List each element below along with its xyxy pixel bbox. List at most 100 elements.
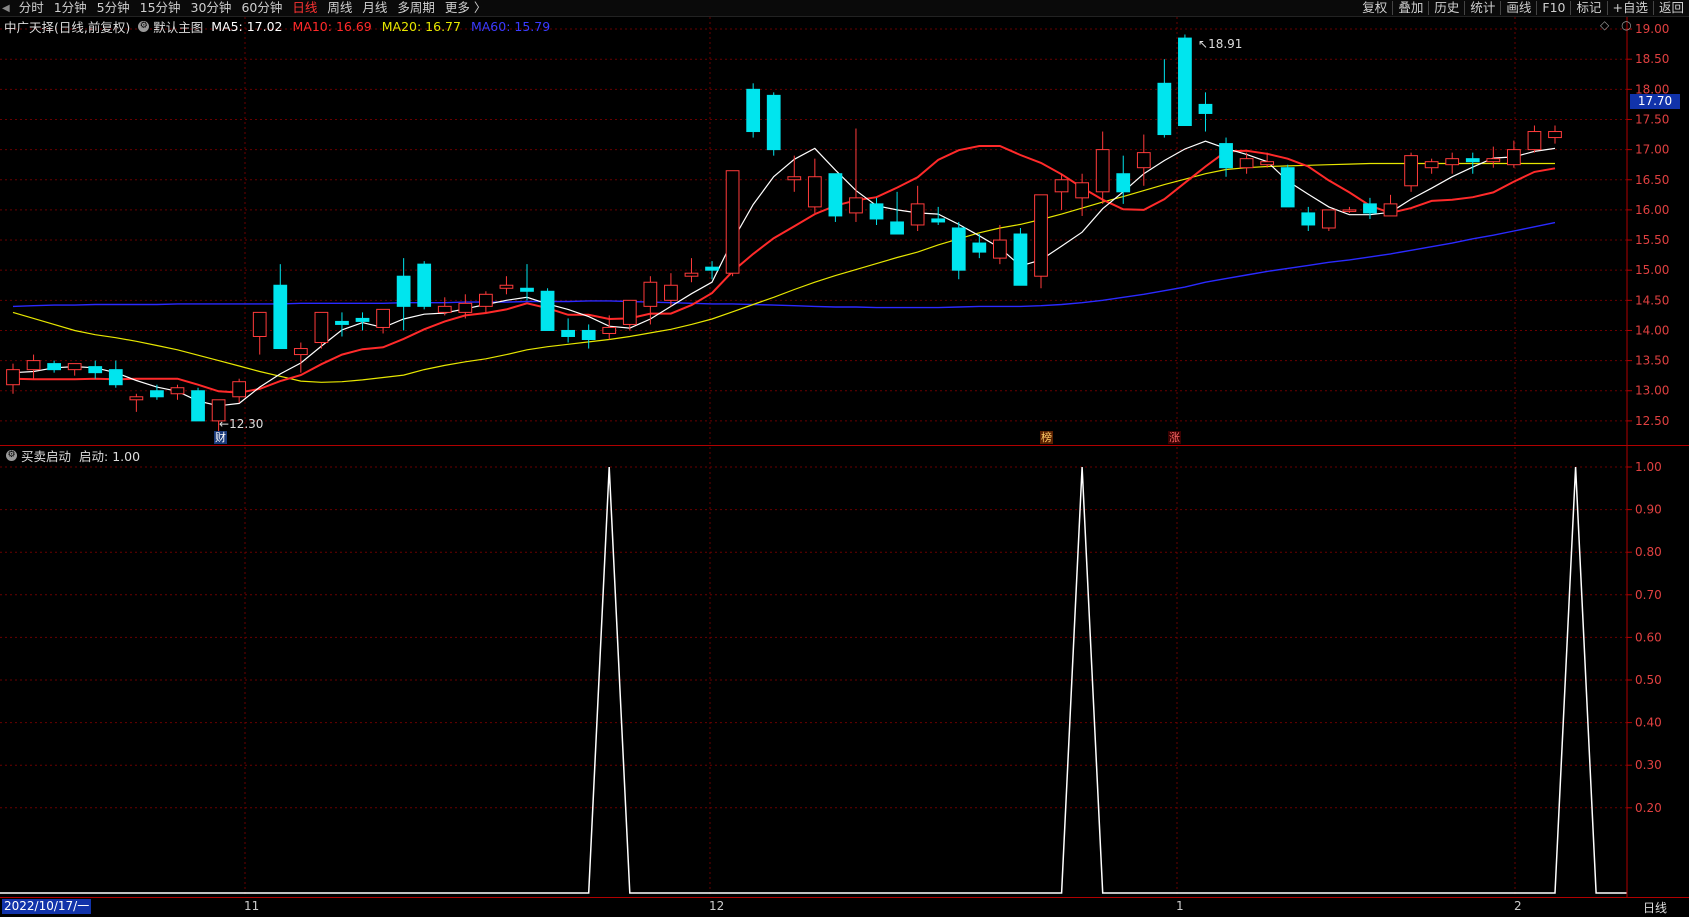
candle-down xyxy=(540,290,555,331)
stock-title: 中广天择(日线,前复权) xyxy=(4,20,131,35)
candle-down xyxy=(746,88,761,133)
tab-fenshi[interactable]: 分时 xyxy=(14,0,49,16)
candle-down xyxy=(1157,82,1172,136)
overlay-button[interactable]: 叠加 xyxy=(1393,0,1428,16)
add-watchlist-button[interactable]: +自选 xyxy=(1608,0,1653,16)
ma20-label: MA20: 16.77 xyxy=(381,19,461,34)
mark-button[interactable]: 标记 xyxy=(1571,0,1606,16)
event-tag-limit-up[interactable]: 涨 xyxy=(1168,431,1181,444)
circle-icon[interactable]: ○ xyxy=(1621,18,1631,32)
back-button[interactable]: 返回 xyxy=(1654,0,1689,16)
month-label-feb: 2 xyxy=(1514,899,1522,913)
candle-up xyxy=(499,284,514,289)
f10-button[interactable]: F10 xyxy=(1537,0,1570,16)
candle-down xyxy=(890,221,904,235)
candle-up xyxy=(458,302,473,313)
sub-indicator-name[interactable]: 买卖启动 xyxy=(21,446,71,465)
ma5-label: MA5: 17.02 xyxy=(211,19,283,34)
fuquan-button[interactable]: 复权 xyxy=(1357,0,1392,16)
ma20-line xyxy=(12,162,1555,383)
y-tick-label: 0.60 xyxy=(1635,630,1662,644)
time-axis: 2022/10/17/一 11 12 1 2 日线 xyxy=(0,897,1689,917)
history-button[interactable]: 历史 xyxy=(1429,0,1464,16)
candle-up xyxy=(6,369,20,386)
y-tick-label: 0.20 xyxy=(1635,801,1662,815)
candle-up xyxy=(129,396,144,401)
candle-up xyxy=(664,284,678,301)
ma10-line xyxy=(12,145,1556,394)
draw-line-button[interactable]: 画线 xyxy=(1501,0,1536,16)
top-toolbar: ◀ 分时 1分钟 5分钟 15分钟 30分钟 60分钟 日线 周线 月线 多周期… xyxy=(0,0,1689,17)
candle-up xyxy=(993,239,1007,259)
ma60-line xyxy=(12,221,1556,309)
tab-60min[interactable]: 60分钟 xyxy=(236,0,287,16)
diamond-icon[interactable]: ◇ xyxy=(1600,18,1609,32)
candle-up xyxy=(910,203,925,226)
candle-up xyxy=(1404,155,1418,187)
tab-5min[interactable]: 5分钟 xyxy=(92,0,135,16)
candle-up xyxy=(376,308,390,328)
candle-up xyxy=(1383,203,1398,217)
candle-down xyxy=(766,94,781,151)
event-tag-finance[interactable]: 财 xyxy=(214,431,227,444)
stats-button[interactable]: 统计 xyxy=(1465,0,1500,16)
candle-down xyxy=(1280,167,1295,208)
chart-canvas[interactable]: 19.0018.5018.0017.5017.0016.5016.0015.50… xyxy=(0,17,1689,917)
indicator-name[interactable]: 默认主图 xyxy=(153,17,203,36)
tab-weekly[interactable]: 周线 xyxy=(322,0,357,16)
main-legend: 中广天择(日线,前复权) ⚙ 默认主图 MA5: 17.02 MA10: 16.… xyxy=(4,17,560,36)
settings-icon[interactable]: ⚙ xyxy=(6,450,17,461)
candle-down xyxy=(1301,212,1316,226)
collapse-icon[interactable]: ◀ xyxy=(0,3,14,14)
candle-up xyxy=(1548,131,1562,139)
candle-up xyxy=(67,363,82,371)
candle-down xyxy=(273,284,288,350)
tab-monthly[interactable]: 月线 xyxy=(357,0,392,16)
current-price-tag: 17.70 xyxy=(1630,94,1680,109)
candle-up xyxy=(1239,158,1254,169)
candle-down xyxy=(705,266,719,271)
candle-up xyxy=(252,311,267,337)
candle-down xyxy=(108,369,123,386)
candle-down xyxy=(191,390,205,422)
tab-30min[interactable]: 30分钟 xyxy=(186,0,237,16)
high-price-label: 18.91 xyxy=(1208,37,1243,51)
candle-up xyxy=(602,326,617,334)
tab-1min[interactable]: 1分钟 xyxy=(49,0,92,16)
ma10-label: MA10: 16.69 xyxy=(292,19,372,34)
candle-up xyxy=(787,176,802,181)
y-tick-label: 12.50 xyxy=(1635,414,1669,428)
candle-down xyxy=(1013,233,1028,286)
signal-polyline xyxy=(0,466,1627,894)
y-tick-label: 14.50 xyxy=(1635,293,1669,307)
y-tick-label: 0.90 xyxy=(1635,503,1662,517)
candle-down xyxy=(396,275,411,307)
settings-icon[interactable]: ⚙ xyxy=(138,21,150,32)
candle-up xyxy=(1527,131,1542,151)
candle-down xyxy=(1198,103,1213,114)
candle-up xyxy=(26,360,41,371)
candle-down xyxy=(150,390,164,398)
candle-up xyxy=(1486,158,1501,163)
tab-daily[interactable]: 日线 xyxy=(287,0,322,16)
y-tick-label: 13.50 xyxy=(1635,354,1669,368)
candle-up xyxy=(1342,209,1357,212)
candle-up xyxy=(293,348,308,356)
y-tick-label: 0.80 xyxy=(1635,545,1662,559)
candle-down xyxy=(931,218,946,223)
y-tick-label: 0.70 xyxy=(1635,588,1662,602)
y-tick-label: 17.00 xyxy=(1635,143,1669,157)
signal-line xyxy=(0,466,1627,894)
tab-multi-period[interactable]: 多周期 xyxy=(392,0,440,16)
period-label[interactable]: 日线 xyxy=(1643,899,1667,916)
candle-down xyxy=(1465,158,1480,163)
y-tick-label: 0.30 xyxy=(1635,758,1662,772)
event-tag-list[interactable]: 榜 xyxy=(1040,431,1053,444)
candle-down xyxy=(869,203,884,220)
tab-15min[interactable]: 15分钟 xyxy=(135,0,186,16)
tab-more[interactable]: 更多 〉 xyxy=(440,0,491,16)
moving-average-lines xyxy=(12,140,1556,407)
period-tabs: ◀ 分时 1分钟 5分钟 15分钟 30分钟 60分钟 日线 周线 月线 多周期… xyxy=(0,0,491,16)
candle-down xyxy=(561,329,575,337)
y-tick-label: 18.50 xyxy=(1635,52,1669,66)
